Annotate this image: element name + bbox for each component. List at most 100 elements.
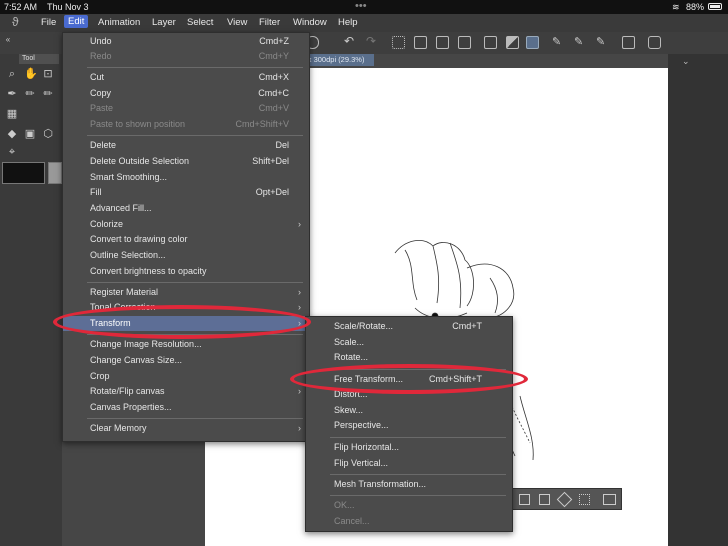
menu-item-colorize[interactable]: Colorize ›	[63, 217, 309, 232]
menu-item-canvas-properties[interactable]: Canvas Properties...	[63, 400, 309, 415]
grid-icon[interactable]: ▦	[6, 108, 18, 120]
canvas-tab[interactable]: cx 300dpi (29.3%)	[300, 54, 374, 66]
menu-item-clear-memory[interactable]: Clear Memory ›	[63, 421, 309, 436]
menu-item-label: Cancel...	[334, 516, 370, 526]
menu-item-delete-outside-selection[interactable]: Delete Outside Selection Shift+Del	[63, 154, 309, 169]
copy-icon[interactable]	[436, 36, 449, 49]
menu-item-distort[interactable]: Distort...	[306, 387, 512, 402]
menu-separator	[87, 282, 303, 283]
menu-item-advanced-fill[interactable]: Advanced Fill...	[63, 201, 309, 216]
menu-item-label: Delete Outside Selection	[90, 156, 190, 166]
menu-item-label: Scale/Rotate...	[334, 321, 394, 331]
menu-item-label: Paste	[90, 103, 114, 113]
operation-icon[interactable]: ⌖	[6, 146, 18, 158]
menu-item-delete[interactable]: Delete Del	[63, 138, 309, 153]
hand-tool-icon[interactable]: ✋	[24, 68, 38, 80]
menu-filter[interactable]: Filter	[259, 17, 280, 28]
menu-item-shortcut: Shift+Del	[252, 156, 289, 166]
menu-item-label: Transform	[90, 318, 131, 328]
menu-item-change-canvas-size[interactable]: Change Canvas Size...	[63, 353, 309, 368]
shape-icon[interactable]: ⬡	[42, 128, 54, 140]
menu-item-skew[interactable]: Skew...	[306, 403, 512, 418]
menu-item-outline-selection[interactable]: Outline Selection...	[63, 248, 309, 263]
fill-selection-icon[interactable]	[556, 491, 573, 508]
menu-item-paste-to-shown-position[interactable]: Paste to shown position Cmd+Shift+V	[63, 117, 309, 132]
help-icon[interactable]	[648, 36, 661, 49]
menu-file[interactable]: File	[41, 17, 56, 28]
multitask-dots[interactable]: •••	[355, 0, 367, 12]
menu-item-crop[interactable]: Crop	[63, 369, 309, 384]
more-icon[interactable]	[603, 494, 616, 505]
device-icon[interactable]	[622, 36, 635, 49]
show-selection-icon[interactable]	[526, 36, 539, 49]
wifi-icon: ≋	[672, 2, 680, 12]
pen-icon[interactable]: ✒	[6, 88, 18, 100]
undo-icon[interactable]: ↶	[344, 34, 357, 48]
menu-separator	[330, 369, 506, 370]
pencil-icon[interactable]: ✏	[24, 88, 36, 100]
menu-layer[interactable]: Layer	[152, 17, 176, 28]
menu-item-flip-horizontal[interactable]: Flip Horizontal...	[306, 440, 512, 455]
menu-item-transform[interactable]: Transform ›	[63, 316, 309, 331]
menu-item-ok[interactable]: OK...	[306, 498, 512, 513]
collapse-panel-icon[interactable]: «	[2, 34, 14, 46]
menu-item-shortcut: Cmd+Shift+V	[235, 119, 289, 129]
menu-item-scale-rotate[interactable]: Scale/Rotate... Cmd+T	[306, 319, 512, 334]
chevron-down-icon[interactable]: ⌄	[682, 56, 690, 67]
menu-item-label: Colorize	[90, 219, 124, 229]
clear-icon[interactable]	[392, 36, 405, 49]
menu-item-shortcut: Cmd+X	[258, 72, 289, 82]
menu-item-fill[interactable]: Fill Opt+Del	[63, 185, 309, 200]
menu-item-tonal-correction[interactable]: Tonal Correction ›	[63, 300, 309, 315]
main-color-swatch[interactable]	[2, 162, 45, 184]
fill-icon[interactable]	[414, 36, 427, 49]
menu-item-cancel[interactable]: Cancel...	[306, 514, 512, 529]
checker-icon[interactable]	[579, 494, 590, 505]
menu-item-rotate-flip-canvas[interactable]: Rotate/Flip canvas ›	[63, 384, 309, 399]
menu-item-smart-smoothing[interactable]: Smart Smoothing...	[63, 170, 309, 185]
menu-item-undo[interactable]: Undo Cmd+Z	[63, 34, 309, 49]
transform-selection-icon[interactable]	[539, 494, 550, 505]
menu-item-change-image-resolution[interactable]: Change Image Resolution...	[63, 337, 309, 352]
right-panel: ⌄	[668, 54, 728, 546]
app-logo-icon[interactable]: ϑ	[12, 15, 19, 29]
menu-item-redo[interactable]: Redo Cmd+Y	[63, 49, 309, 64]
sub-color-swatch[interactable]	[48, 162, 62, 184]
redo-icon[interactable]: ↷	[366, 34, 379, 48]
tool-tab[interactable]: Tool	[19, 54, 59, 64]
menu-animation[interactable]: Animation	[98, 17, 140, 28]
pencil-tool-icon[interactable]: ✎	[596, 35, 609, 48]
status-bar: 7:52 AM Thu Nov 3 ••• ≋ 88%	[0, 0, 728, 14]
menu-item-cut[interactable]: Cut Cmd+X	[63, 70, 309, 85]
fill-bucket-icon[interactable]: ◆	[6, 128, 18, 140]
menu-edit[interactable]: Edit	[64, 15, 89, 28]
menu-item-paste[interactable]: Paste Cmd+V	[63, 101, 309, 116]
menu-item-copy[interactable]: Copy Cmd+C	[63, 86, 309, 101]
menu-item-label: Perspective...	[334, 420, 389, 430]
menu-item-rotate[interactable]: Rotate...	[306, 350, 512, 365]
menu-item-mesh-transformation[interactable]: Mesh Transformation...	[306, 477, 512, 492]
brush-tool-icon[interactable]: ✎	[574, 35, 587, 48]
transform-icon[interactable]	[458, 36, 471, 49]
status-time: 7:52 AM	[4, 2, 38, 12]
deselect-icon[interactable]	[484, 36, 497, 49]
gradient-icon[interactable]: ▣	[24, 128, 36, 140]
menu-item-scale[interactable]: Scale...	[306, 335, 512, 350]
eyedropper-icon[interactable]: ⊡	[42, 68, 54, 80]
menu-window[interactable]: Window	[293, 17, 327, 28]
menu-view[interactable]: View	[227, 17, 247, 28]
copy-paste-icon[interactable]	[519, 494, 530, 505]
menu-separator	[87, 418, 303, 419]
menu-item-convert-to-drawing-color[interactable]: Convert to drawing color	[63, 232, 309, 247]
menu-help[interactable]: Help	[338, 17, 358, 28]
menu-item-free-transform[interactable]: Free Transform... Cmd+Shift+T	[306, 372, 512, 387]
menu-select[interactable]: Select	[187, 17, 213, 28]
brush-icon[interactable]: ✏	[42, 88, 54, 100]
menu-item-perspective[interactable]: Perspective...	[306, 418, 512, 433]
menu-item-flip-vertical[interactable]: Flip Vertical...	[306, 456, 512, 471]
menu-item-register-material[interactable]: Register Material ›	[63, 285, 309, 300]
zoom-tool-icon[interactable]: ⌕	[6, 68, 18, 80]
invert-selection-icon[interactable]	[506, 36, 519, 49]
menu-item-convert-brightness-to-opacity[interactable]: Convert brightness to opacity	[63, 264, 309, 279]
pen-tool-icon[interactable]: ✎	[552, 35, 565, 48]
